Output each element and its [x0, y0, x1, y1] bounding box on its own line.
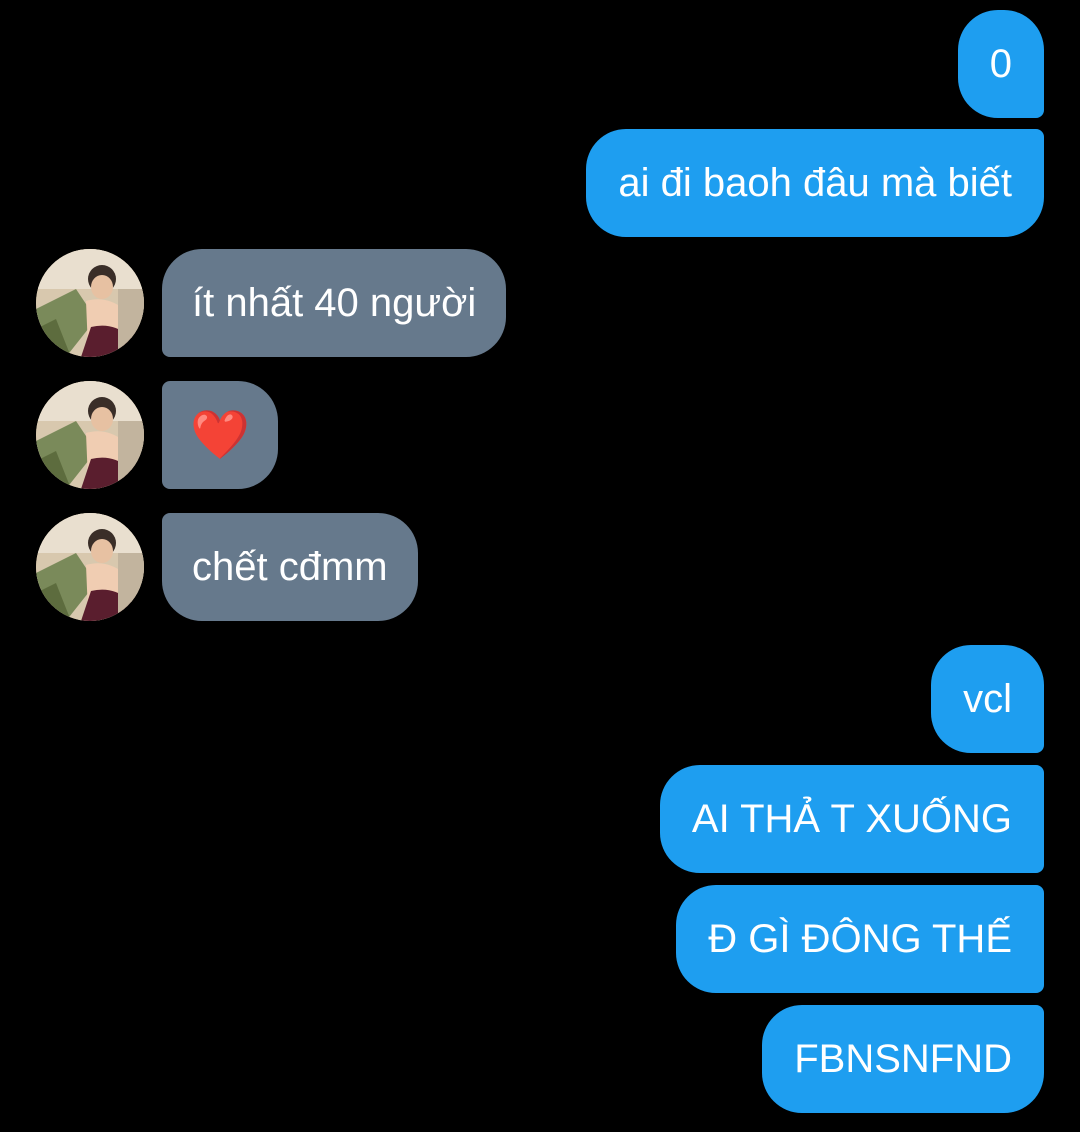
avatar[interactable]: [36, 381, 144, 489]
avatar-photo: [36, 513, 144, 621]
outgoing-message[interactable]: AI THẢ T XUỐNG: [659, 765, 1044, 873]
message-text: ai đi baoh đâu mà biết: [618, 161, 1012, 205]
message-text: 0: [989, 42, 1012, 86]
incoming-message[interactable]: chết cđmm: [162, 513, 418, 621]
outgoing-message[interactable]: 0: [957, 10, 1044, 118]
outgoing-message[interactable]: FBNSNFND: [762, 1005, 1044, 1113]
avatar[interactable]: [36, 513, 144, 621]
chat-thread: 0 ai đi baoh đâu mà biết ít nhất 40 ngườ…: [0, 0, 1080, 1132]
message-text: AI THẢ T XUỐNG: [691, 797, 1012, 841]
outgoing-message[interactable]: ai đi baoh đâu mà biết: [586, 129, 1044, 237]
outgoing-message[interactable]: Đ GÌ ĐÔNG THẾ: [676, 885, 1044, 993]
message-text: vcl: [963, 677, 1012, 721]
message-text: chết cđmm: [192, 545, 388, 589]
message-text: Đ GÌ ĐÔNG THẾ: [708, 917, 1012, 961]
message-text: FBNSNFND: [794, 1037, 1012, 1081]
avatar[interactable]: [36, 249, 144, 357]
incoming-message[interactable]: ít nhất 40 người: [162, 249, 507, 357]
outgoing-message[interactable]: vcl: [931, 645, 1044, 753]
heart-icon: ❤️: [190, 407, 250, 463]
message-text: ít nhất 40 người: [192, 281, 477, 325]
avatar-photo: [36, 249, 144, 357]
incoming-message[interactable]: ❤️: [162, 381, 278, 489]
avatar-photo: [36, 381, 144, 489]
